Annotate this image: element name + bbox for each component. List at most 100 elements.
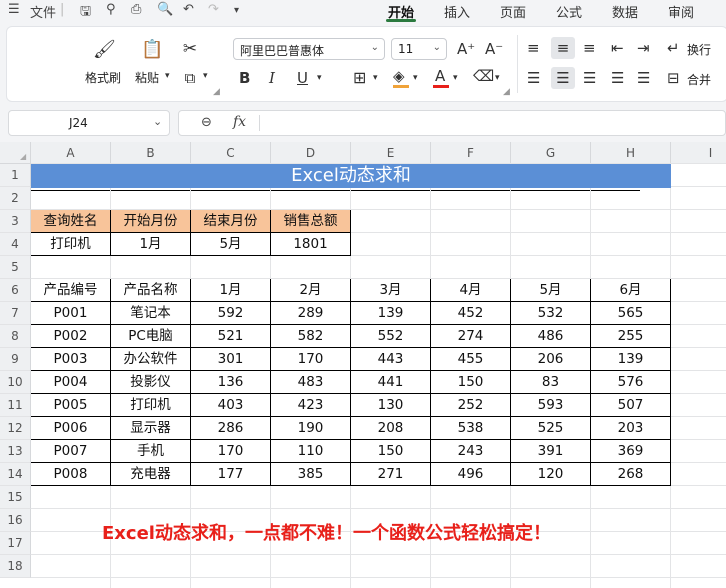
spreadsheet-grid[interactable]: ◢ A B C D E F G H I 1 2 3 4 5 6 7 8 9 10 11 12 13 14 15 16 17 18 Exc… (0, 142, 726, 588)
table-cell[interactable]: 271 (351, 463, 431, 486)
table-cell[interactable]: P004 (31, 371, 111, 394)
table-cell[interactable]: 369 (591, 440, 671, 463)
table-cell[interactable]: 538 (431, 417, 511, 440)
table-cell[interactable]: 565 (591, 302, 671, 325)
query-value-cell[interactable]: 1月 (111, 233, 191, 256)
print-preview-icon[interactable]: 🔍 (157, 2, 173, 17)
table-cell[interactable]: P003 (31, 348, 111, 371)
undo-icon[interactable]: ↶ (183, 2, 194, 17)
table-cell[interactable]: 130 (351, 394, 431, 417)
table-cell[interactable]: 289 (271, 302, 351, 325)
table-cell[interactable]: 582 (271, 325, 351, 348)
row-header[interactable]: 12 (0, 417, 31, 440)
column-header[interactable]: F (431, 142, 511, 164)
paste-icon[interactable]: 📋 (141, 39, 163, 60)
italic-icon[interactable]: I (269, 69, 275, 87)
row-header[interactable]: 2 (0, 187, 31, 210)
row-header[interactable]: 8 (0, 325, 31, 348)
column-header[interactable]: A (31, 142, 111, 164)
table-header-cell[interactable]: 3月 (351, 279, 431, 302)
table-cell[interactable]: 593 (511, 394, 591, 417)
paste-button[interactable]: 粘贴 (135, 69, 159, 86)
table-cell[interactable]: 150 (431, 371, 511, 394)
table-cell[interactable]: 385 (271, 463, 351, 486)
row-header[interactable]: 1 (0, 164, 31, 187)
query-value-cell[interactable]: 5月 (191, 233, 271, 256)
merge-icon[interactable]: ⊟ (667, 69, 680, 87)
justify-icon[interactable]: ☰ (611, 69, 624, 87)
column-header[interactable]: B (111, 142, 191, 164)
table-header-cell[interactable]: 4月 (431, 279, 511, 302)
table-cell[interactable]: 496 (431, 463, 511, 486)
share-icon[interactable]: ⚲ (106, 2, 116, 17)
font-color-icon[interactable]: A (435, 67, 445, 85)
table-cell[interactable]: 486 (511, 325, 591, 348)
underline-icon[interactable]: U (297, 69, 308, 87)
print-icon[interactable]: ⎙ (131, 2, 141, 17)
sheet-title[interactable]: Excel动态求和 (31, 164, 671, 188)
row-header[interactable]: 13 (0, 440, 31, 463)
chevron-down-icon[interactable]: ▾ (495, 73, 500, 83)
format-painter-button[interactable]: 格式刷 (85, 69, 121, 86)
table-cell[interactable]: P002 (31, 325, 111, 348)
table-header-cell[interactable]: 6月 (591, 279, 671, 302)
column-header[interactable]: D (271, 142, 351, 164)
chevron-down-icon[interactable]: ▾ (234, 5, 239, 16)
tab-data[interactable]: 数据 (612, 2, 638, 21)
align-bottom-icon[interactable]: ≡ (583, 39, 596, 57)
table-cell[interactable]: P008 (31, 463, 111, 486)
name-box[interactable]: J24 ⌄ (8, 110, 170, 136)
tab-page[interactable]: 页面 (500, 2, 526, 21)
chevron-down-icon[interactable]: ⌄ (153, 115, 162, 128)
table-cell[interactable]: 投影仪 (111, 371, 191, 394)
row-header[interactable]: 6 (0, 279, 31, 302)
row-header[interactable]: 18 (0, 555, 31, 578)
table-cell[interactable]: 525 (511, 417, 591, 440)
row-header[interactable]: 7 (0, 302, 31, 325)
row-header[interactable]: 9 (0, 348, 31, 371)
chevron-down-icon[interactable]: ▾ (453, 73, 458, 83)
table-cell[interactable]: 笔记本 (111, 302, 191, 325)
table-cell[interactable]: 507 (591, 394, 671, 417)
table-cell[interactable]: 552 (351, 325, 431, 348)
table-cell[interactable]: 252 (431, 394, 511, 417)
row-header[interactable]: 17 (0, 532, 31, 555)
table-cell[interactable]: 286 (191, 417, 271, 440)
table-header-cell[interactable]: 产品名称 (111, 279, 191, 302)
increase-font-icon[interactable]: A⁺ (457, 40, 475, 58)
row-header[interactable]: 11 (0, 394, 31, 417)
font-name-select[interactable]: 阿里巴巴普惠体 ⌄ (233, 38, 385, 60)
formula-input[interactable]: ⊖ fx (178, 110, 726, 136)
table-cell[interactable]: 243 (431, 440, 511, 463)
chevron-down-icon[interactable]: ▾ (413, 73, 418, 83)
table-cell[interactable]: 452 (431, 302, 511, 325)
table-cell[interactable]: 532 (511, 302, 591, 325)
table-cell[interactable]: 443 (351, 348, 431, 371)
tab-formula[interactable]: 公式 (556, 2, 582, 21)
table-cell[interactable]: 177 (191, 463, 271, 486)
copy-icon[interactable]: ⧉ (179, 69, 201, 87)
table-cell[interactable]: PC电脑 (111, 325, 191, 348)
wrap-text-icon[interactable]: ↵ (667, 39, 680, 57)
table-cell[interactable]: 403 (191, 394, 271, 417)
chevron-down-icon[interactable]: ▾ (373, 73, 378, 83)
table-cell[interactable]: 190 (271, 417, 351, 440)
merge-button[interactable]: 合并 (687, 71, 711, 88)
table-cell[interactable]: 203 (591, 417, 671, 440)
bold-icon[interactable]: B (239, 69, 250, 87)
file-menu[interactable]: 文件 (30, 2, 56, 21)
row-header[interactable]: 10 (0, 371, 31, 394)
query-header-cell[interactable]: 销售总额 (271, 210, 351, 233)
table-cell[interactable]: P006 (31, 417, 111, 440)
increase-indent-icon[interactable]: ⇥ (637, 39, 650, 57)
chevron-down-icon[interactable]: ▾ (317, 73, 322, 83)
row-header[interactable]: 14 (0, 463, 31, 486)
table-cell[interactable]: 139 (591, 348, 671, 371)
align-right-icon[interactable]: ☰ (583, 69, 596, 87)
query-header-cell[interactable]: 开始月份 (111, 210, 191, 233)
wrap-text-button[interactable]: 换行 (687, 41, 711, 58)
row-header[interactable]: 5 (0, 256, 31, 279)
fx-icon[interactable]: fx (233, 114, 246, 130)
table-cell[interactable]: 120 (511, 463, 591, 486)
table-cell[interactable]: 301 (191, 348, 271, 371)
